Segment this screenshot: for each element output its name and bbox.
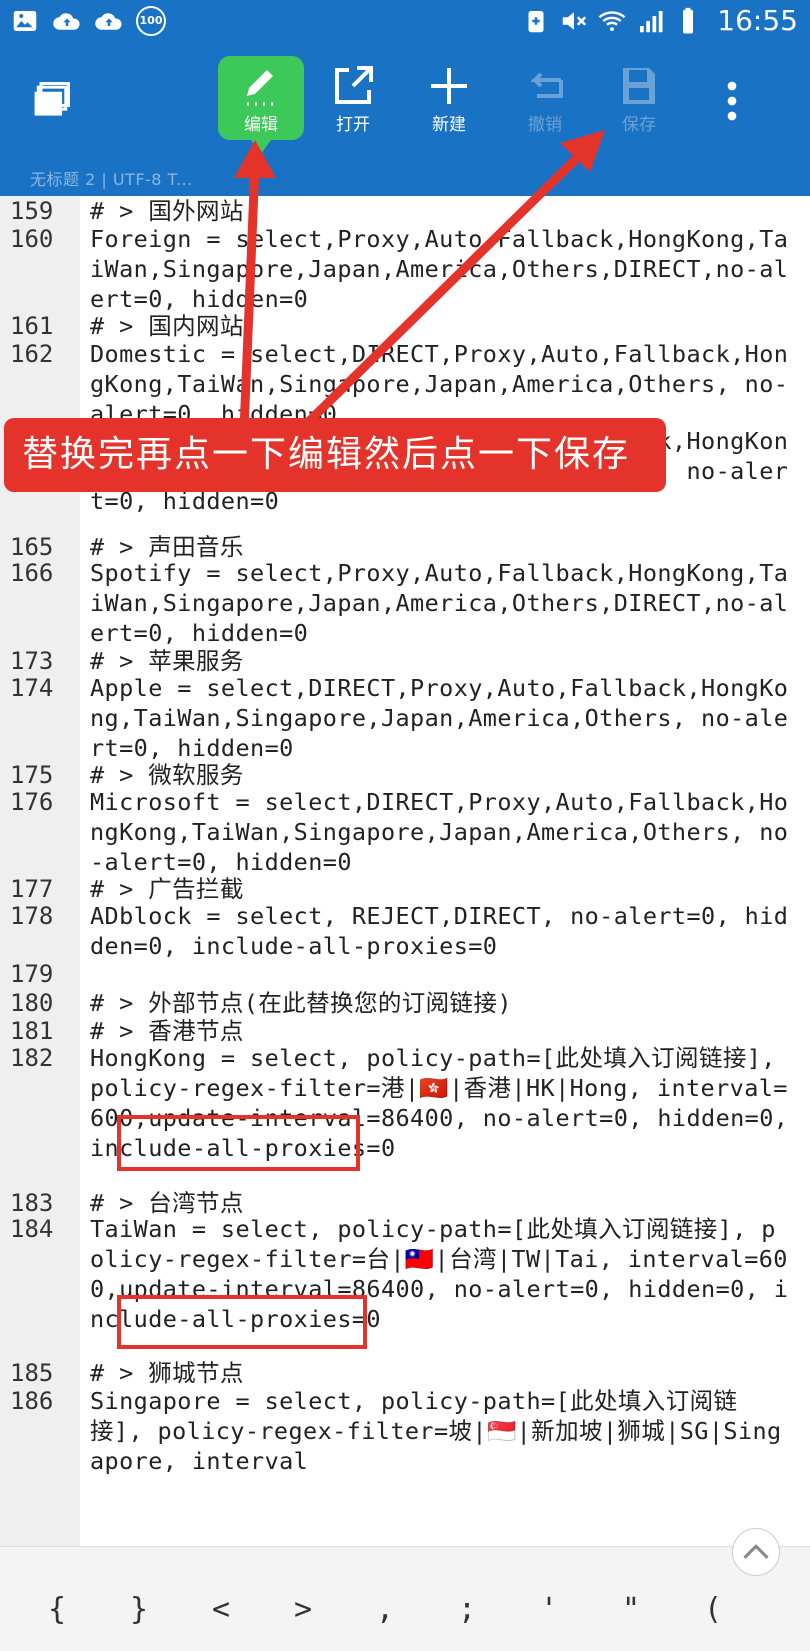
save-button[interactable]: 保存 <box>596 56 682 156</box>
editor-toolbar: 编辑 打开 新建 撤销 保存 无标题 2 | UTF-8 T... <box>0 46 810 196</box>
plus-icon <box>431 68 467 104</box>
symbol-key[interactable]: , <box>350 1592 420 1627</box>
line-text: # > 广告拦截 <box>90 875 244 903</box>
symbol-key[interactable]: } <box>104 1592 174 1627</box>
line-number: 175 <box>10 761 54 789</box>
more-vert-icon[interactable] <box>712 76 752 126</box>
open-external-icon <box>335 66 373 104</box>
image-icon <box>13 11 37 31</box>
line-number: 178 <box>10 902 54 930</box>
symbol-key[interactable]: ( <box>678 1592 748 1627</box>
symbol-key[interactable]: " <box>596 1592 666 1627</box>
line-number: 159 <box>10 197 54 225</box>
line-number: 181 <box>10 1017 54 1045</box>
line-text: # > 苹果服务 <box>90 647 244 675</box>
new-button[interactable]: 新建 <box>406 56 492 156</box>
line-number-gutter <box>0 196 80 1546</box>
symbol-key[interactable]: > <box>268 1592 338 1627</box>
symbol-key[interactable]: ' <box>514 1592 584 1627</box>
new-button-label: 新建 <box>432 115 466 135</box>
line-number: 162 <box>10 340 54 368</box>
line-number: 184 <box>10 1215 54 1243</box>
symbol-key[interactable]: ; <box>432 1592 502 1627</box>
highlight-box <box>117 1115 360 1171</box>
line-text: # > 香港节点 <box>90 1017 244 1045</box>
status-left-icons: 100 <box>10 6 166 36</box>
line-text: # > 微软服务 <box>90 761 244 789</box>
line-number: 161 <box>10 312 54 340</box>
line-number: 180 <box>10 989 54 1017</box>
undo-button[interactable]: 撤销 <box>502 56 588 156</box>
line-number: 160 <box>10 225 54 253</box>
line-text: Microsoft = select,DIRECT,Proxy,Auto,Fal… <box>90 788 789 876</box>
line-text: Domestic = select,DIRECT,Proxy,Auto,Fall… <box>90 340 789 428</box>
symbol-bar: { } < > , ; ' " ( <box>0 1546 810 1651</box>
signal-icon <box>640 10 663 32</box>
symbol-key[interactable]: { <box>22 1592 92 1627</box>
line-number: 173 <box>10 647 54 675</box>
symbol-key[interactable]: < <box>186 1592 256 1627</box>
line-text: # > 外部节点(在此替换您的订阅链接) <box>90 989 512 1017</box>
line-text: Foreign = select,Proxy,Auto,Fallback,Hon… <box>90 225 789 313</box>
line-number: 182 <box>10 1044 54 1072</box>
line-number: 177 <box>10 875 54 903</box>
wifi-icon <box>598 10 626 31</box>
chevron-up-icon <box>743 1544 769 1559</box>
scroll-up-button[interactable] <box>732 1528 780 1576</box>
cloud-upload-icon <box>53 13 80 30</box>
save-icon <box>623 68 655 104</box>
badge-100-icon: 100 <box>136 6 166 36</box>
line-text: # > 国外网站 <box>90 197 244 225</box>
open-button-label: 打开 <box>336 115 370 135</box>
document-info: 无标题 2 | UTF-8 T... <box>30 170 193 189</box>
edit-button[interactable]: 编辑 <box>218 56 304 154</box>
line-number: 179 <box>10 960 54 988</box>
line-number: 174 <box>10 674 54 702</box>
edit-button-label: 编辑 <box>244 115 278 135</box>
cloud-upload-icon <box>95 13 122 30</box>
battery-saver-icon <box>528 10 544 32</box>
mute-icon <box>563 11 587 30</box>
windows-stack-icon[interactable] <box>30 78 74 122</box>
clock-time: 16:55 <box>717 4 798 37</box>
line-number: 176 <box>10 788 54 816</box>
status-right-icons: 16:55 <box>521 4 798 37</box>
line-number: 186 <box>10 1387 54 1415</box>
save-button-label: 保存 <box>622 115 656 135</box>
line-text: Apple = select,DIRECT,Proxy,Auto,Fallbac… <box>90 674 789 762</box>
line-text: Spotify = select,Proxy,Auto,Fallback,Hon… <box>90 559 789 647</box>
line-number: 185 <box>10 1359 54 1387</box>
status-bar: 100 16:55 <box>0 0 810 46</box>
line-text: ADblock = select, REJECT,DIRECT, no-aler… <box>90 902 789 960</box>
line-text: # > 狮城节点 <box>90 1359 244 1387</box>
undo-icon <box>530 72 563 98</box>
highlight-box <box>117 1295 367 1349</box>
line-text: # > 国内网站 <box>90 312 244 340</box>
line-number: 166 <box>10 559 54 587</box>
battery-icon <box>683 7 694 33</box>
line-text: Singapore = select, policy-path=[此处填入订阅链… <box>90 1387 782 1475</box>
open-button[interactable]: 打开 <box>310 56 396 156</box>
undo-button-label: 撤销 <box>528 115 562 135</box>
pencil-icon <box>247 70 273 106</box>
annotation-banner: 替换完再点一下编辑然后点一下保存 <box>4 418 666 492</box>
